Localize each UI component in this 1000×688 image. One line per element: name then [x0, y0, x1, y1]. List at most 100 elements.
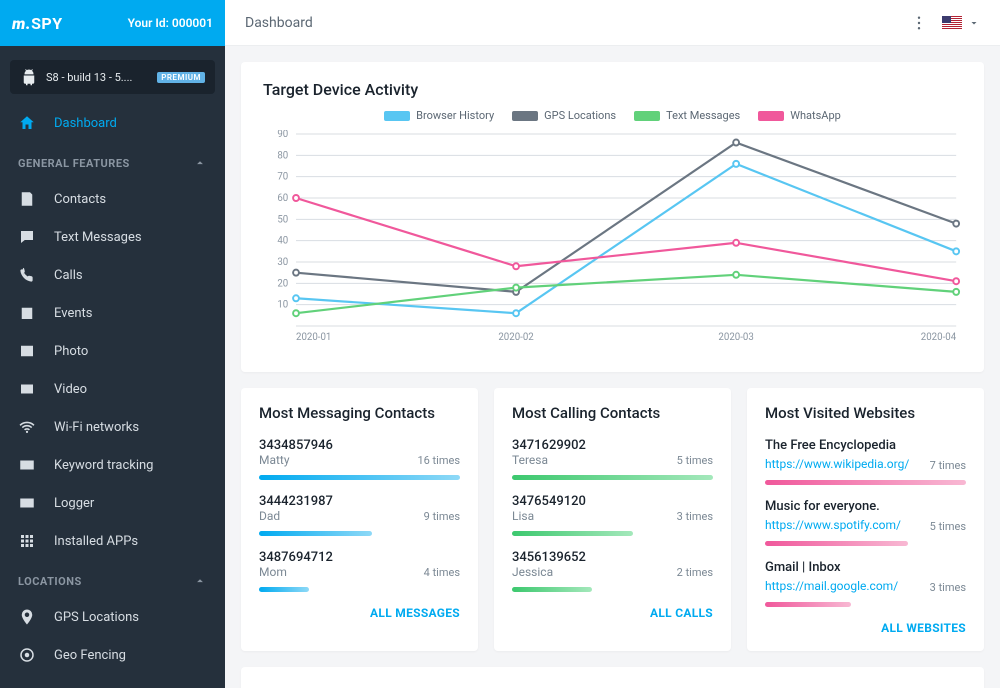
legend-item: Text Messages — [634, 109, 740, 122]
sidebar: m.SPY Your Id: 000001 S8 - build 13 - 5.… — [0, 0, 225, 688]
entry-count: 5 times — [677, 454, 713, 467]
user-id: Your Id: 000001 — [128, 16, 213, 30]
legend-item: WhatsApp — [758, 109, 841, 122]
page-title: Dashboard — [245, 15, 313, 31]
entry-main: 3471629902 — [512, 438, 586, 453]
sidebar-item-label: Dashboard — [54, 116, 117, 131]
sidebar-item-gps-locations[interactable]: GPS Locations — [0, 598, 225, 636]
svg-text:70: 70 — [277, 172, 288, 183]
svg-text:30: 30 — [277, 257, 288, 268]
sidebar-item-geo-fencing[interactable]: Geo Fencing — [0, 636, 225, 674]
entry-count: 7 times — [930, 459, 966, 472]
sidebar-item-photo[interactable]: Photo — [0, 332, 225, 370]
entry-sub: Teresa — [512, 453, 586, 467]
sidebar-item-calls[interactable]: Calls — [0, 256, 225, 294]
svg-text:2020-01: 2020-01 — [296, 332, 331, 343]
topbar: Dashboard — [225, 0, 1000, 46]
logo: m.SPY — [12, 14, 63, 33]
sidebar-item-events[interactable]: Events — [0, 294, 225, 332]
chevron-down-icon — [968, 17, 980, 29]
progress-bar — [512, 475, 713, 480]
chevron-up-icon — [193, 156, 207, 170]
sidebar-item-video[interactable]: Video — [0, 370, 225, 408]
entry-count: 2 times — [677, 566, 713, 579]
svg-text:80: 80 — [277, 150, 288, 161]
entry-main: The Free Encyclopedia — [765, 438, 909, 453]
entry-sub: Mom — [259, 565, 333, 579]
messages-all-link[interactable]: ALL MESSAGES — [259, 606, 460, 620]
main: Dashboard Target Device Activity Browser… — [225, 0, 1000, 688]
sidebar-item-label: Contacts — [54, 192, 106, 207]
svg-text:60: 60 — [277, 193, 288, 204]
svg-text:10: 10 — [277, 300, 288, 311]
progress-bar — [259, 531, 372, 536]
gps-icon — [18, 608, 36, 626]
kebab-menu-icon[interactable] — [910, 14, 928, 32]
event-icon — [18, 304, 36, 322]
entry-sub: Jessica — [512, 565, 586, 579]
legend-item: Browser History — [384, 109, 494, 122]
activity-chart-card: Target Device Activity Browser HistoryGP… — [241, 62, 984, 372]
svg-text:2020-04: 2020-04 — [921, 332, 957, 343]
contacts-icon — [18, 190, 36, 208]
panel-title: Most Messaging Contacts — [259, 404, 460, 422]
list-item: Music for everyone.https://www.spotify.c… — [765, 499, 966, 546]
calls-all-link[interactable]: ALL CALLS — [512, 606, 713, 620]
entry-main: 3456139652 — [512, 550, 586, 565]
sidebar-item-logger[interactable]: Logger — [0, 484, 225, 522]
sidebar-item-text-messages[interactable]: Text Messages — [0, 218, 225, 256]
websites-all-link[interactable]: ALL WEBSITES — [765, 621, 966, 635]
section-header[interactable]: GENERAL FEATURES — [0, 142, 225, 180]
entry-url[interactable]: https://mail.google.com/ — [765, 579, 898, 593]
activity-line-chart: 1020304050607080902020-012020-022020-032… — [263, 130, 962, 350]
entry-sub: Matty — [259, 453, 333, 467]
entry-main: 3434857946 — [259, 438, 333, 453]
websites-panel: Most Visited Websites The Free Encycloped… — [747, 388, 984, 651]
us-flag-icon — [942, 16, 962, 30]
sidebar-item-dashboard[interactable]: Dashboard — [0, 104, 225, 142]
sidebar-item-label: Wi-Fi networks — [54, 420, 139, 435]
entry-count: 3 times — [930, 581, 966, 594]
sidebar-item-contacts[interactable]: Contacts — [0, 180, 225, 218]
panel-title: Most Calling Contacts — [512, 404, 713, 422]
sidebar-item-keyword-tracking[interactable]: Keyword tracking — [0, 446, 225, 484]
entry-count: 4 times — [424, 566, 460, 579]
list-item: 3471629902Teresa 5 times — [512, 438, 713, 480]
list-item: 3434857946Matty 16 times — [259, 438, 460, 480]
chevron-up-icon — [193, 574, 207, 588]
progress-bar — [765, 602, 851, 607]
entry-url[interactable]: https://www.spotify.com/ — [765, 518, 901, 532]
list-item: 3444231987Dad9 times — [259, 494, 460, 536]
list-item: Gmail | Inbox https://mail.google.com/3 t… — [765, 560, 966, 607]
section-header[interactable]: LOCATIONS — [0, 560, 225, 598]
entry-main: 3487694712 — [259, 550, 333, 565]
call-icon — [18, 266, 36, 284]
entry-main: Gmail | Inbox — [765, 560, 898, 575]
sidebar-item-label: Geo Fencing — [54, 648, 126, 663]
progress-bar — [259, 475, 460, 480]
entry-url[interactable]: https://www.wikipedia.org/ — [765, 457, 909, 471]
language-selector[interactable] — [942, 16, 980, 30]
geo-icon — [18, 646, 36, 664]
sidebar-item-label: Logger — [54, 496, 94, 511]
entry-count: 5 times — [930, 520, 966, 533]
entry-main: 3476549120 — [512, 494, 586, 509]
sidebar-item-wi-fi-networks[interactable]: Wi-Fi networks — [0, 408, 225, 446]
messages-panel: Most Messaging Contacts 3434857946Matty 16… — [241, 388, 478, 651]
device-selector[interactable]: S8 - build 13 - 5.... PREMIUM — [10, 60, 215, 94]
list-item: 3476549120Lisa3 times — [512, 494, 713, 536]
entry-count: 9 times — [424, 510, 460, 523]
android-icon — [20, 68, 38, 86]
entry-sub: Lisa — [512, 509, 586, 523]
sidebar-item-installed-apps[interactable]: Installed APPs — [0, 522, 225, 560]
entry-main: 3444231987 — [259, 494, 333, 509]
progress-bar — [512, 587, 592, 592]
last-locations-card: Last Locations — [241, 667, 984, 688]
video-icon — [18, 380, 36, 398]
entry-count: 16 times — [417, 454, 460, 467]
svg-text:2020-02: 2020-02 — [498, 332, 534, 343]
panel-title: Most Visited Websites — [765, 404, 966, 422]
sidebar-item-label: Photo — [54, 344, 88, 359]
legend-item: GPS Locations — [512, 109, 616, 122]
sidebar-item-label: Calls — [54, 268, 83, 283]
